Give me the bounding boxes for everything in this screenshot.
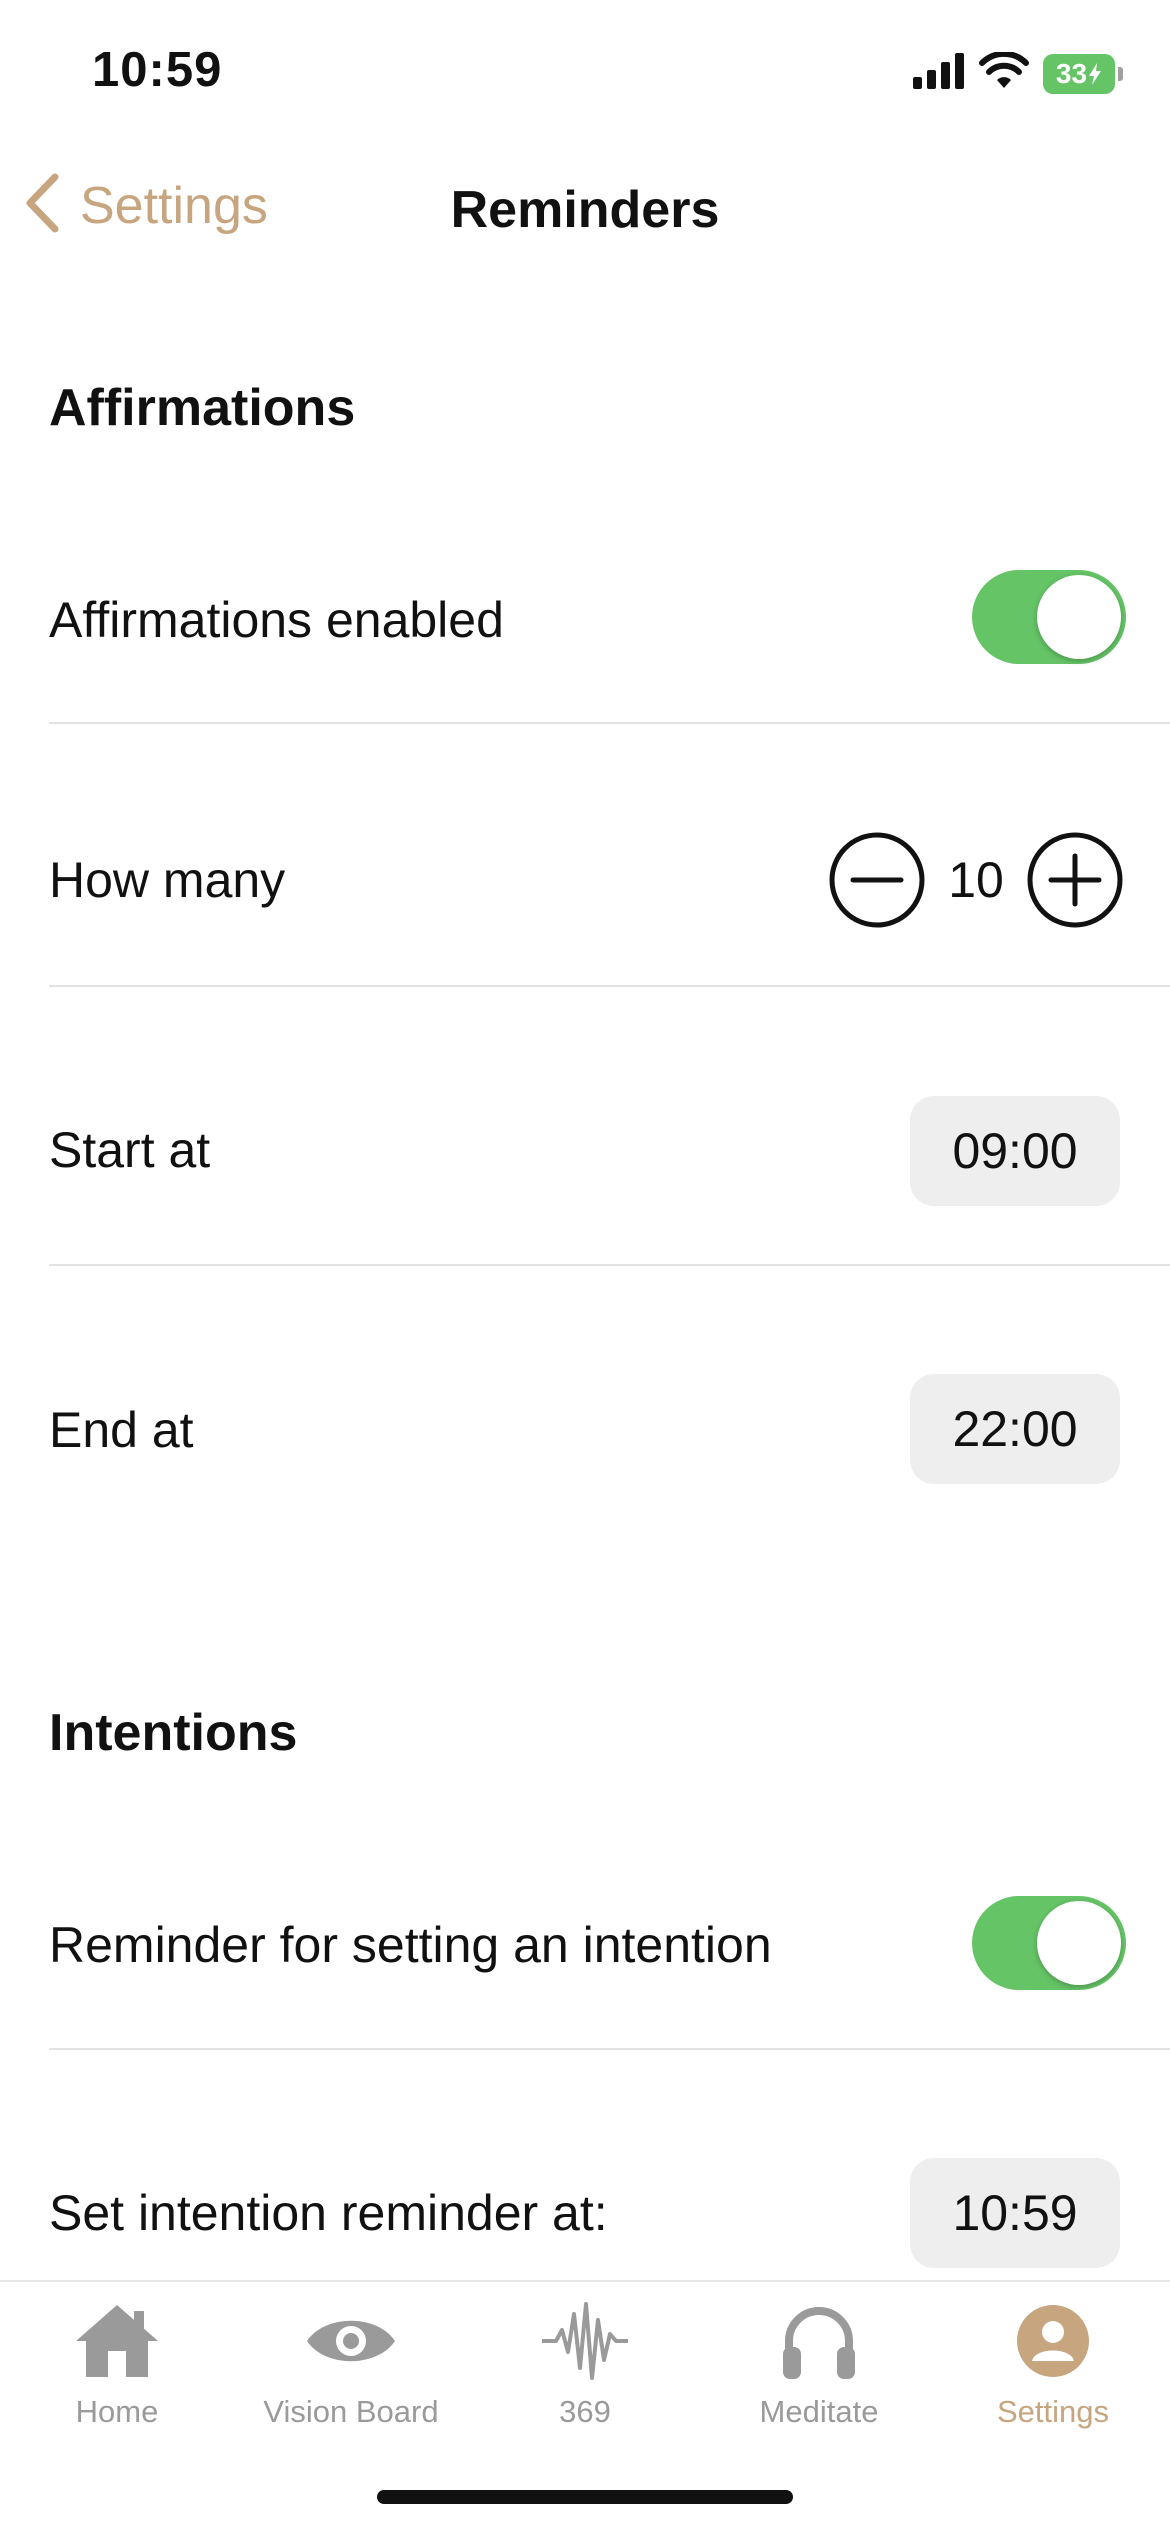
tab-label: Vision Board (263, 2394, 439, 2429)
decrement-button[interactable] (828, 831, 926, 929)
home-icon (72, 2300, 162, 2382)
tab-369[interactable]: 369 (468, 2300, 702, 2430)
intention-reminder-toggle[interactable] (972, 1896, 1126, 1990)
tab-vision-board[interactable]: Vision Board (234, 2300, 468, 2430)
how-many-value: 10 (948, 852, 1004, 908)
divider (49, 722, 1170, 724)
minus-circle-icon (829, 832, 925, 928)
tab-label: Meditate (759, 2394, 879, 2429)
section-title-intentions: Intentions (49, 1704, 298, 1762)
section-title-affirmations: Affirmations (49, 379, 356, 437)
tab-settings[interactable]: Settings (936, 2300, 1170, 2430)
end-time-picker[interactable]: 22:00 (910, 1374, 1120, 1484)
status-icons: 33 (913, 50, 1123, 95)
start-time-picker[interactable]: 09:00 (910, 1096, 1120, 1206)
nav-bar: Settings Reminders (0, 150, 1170, 265)
tab-label: Settings (996, 2394, 1109, 2429)
page-title: Reminders (450, 181, 720, 239)
status-bar: 10:59 33 (0, 0, 1170, 150)
intention-time-picker[interactable]: 10:59 (910, 2158, 1120, 2268)
status-time: 10:59 (92, 43, 223, 97)
divider (49, 1264, 1170, 1266)
tab-meditate[interactable]: Meditate (702, 2300, 936, 2430)
eye-icon (303, 2300, 399, 2382)
tab-label: 369 (559, 2394, 611, 2429)
person-icon (1015, 2300, 1091, 2382)
tab-home[interactable]: Home (0, 2300, 234, 2430)
how-many-stepper: 10 (828, 831, 1124, 929)
affirmations-enabled-toggle[interactable] (972, 570, 1126, 664)
divider (49, 2048, 1170, 2050)
tab-label: Home (75, 2394, 159, 2429)
toggle-knob (1037, 1901, 1121, 1985)
increment-button[interactable] (1026, 831, 1124, 929)
toggle-knob (1037, 575, 1121, 659)
headphones-icon (779, 2300, 859, 2382)
battery-icon: 33 (1043, 53, 1123, 94)
wifi-icon (979, 50, 1029, 95)
signal-icon (913, 53, 965, 94)
divider (49, 985, 1170, 987)
battery-level: 33 (1055, 57, 1088, 89)
tab-bar: Home Vision Board 369 Meditate Settings (0, 2280, 1170, 2532)
waveform-icon (540, 2300, 630, 2382)
home-indicator (377, 2490, 793, 2504)
plus-circle-icon (1027, 832, 1123, 928)
